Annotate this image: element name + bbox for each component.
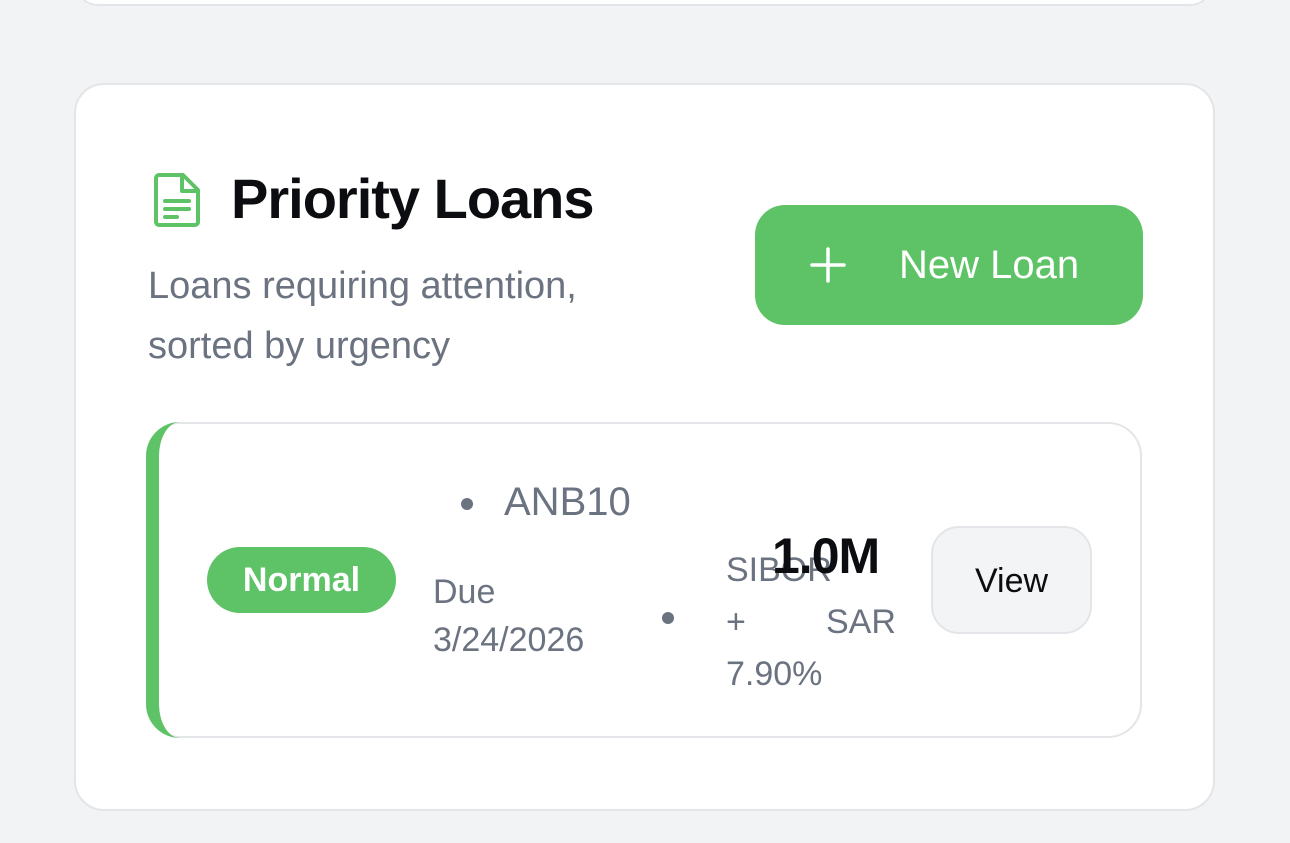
loan-amount-currency: SAR	[826, 603, 896, 641]
loan-code: ANB10	[504, 480, 631, 524]
bullet-separator	[662, 612, 674, 624]
section-title: Priority Loans	[231, 167, 595, 230]
status-badge: Normal	[207, 547, 396, 613]
document-icon	[154, 173, 200, 227]
new-loan-label[interactable]: New Loan	[899, 240, 1079, 290]
loan-due-date: Due 3/24/2026	[433, 573, 585, 659]
view-loan-button[interactable]: View	[931, 526, 1092, 634]
previous-card	[75, 0, 1213, 6]
section-subtitle: Loans requiring attention, sorted by urg…	[148, 265, 577, 367]
loan-amount: 1.0M	[772, 528, 880, 584]
plus-icon	[810, 247, 846, 283]
bullet-separator	[461, 498, 473, 510]
